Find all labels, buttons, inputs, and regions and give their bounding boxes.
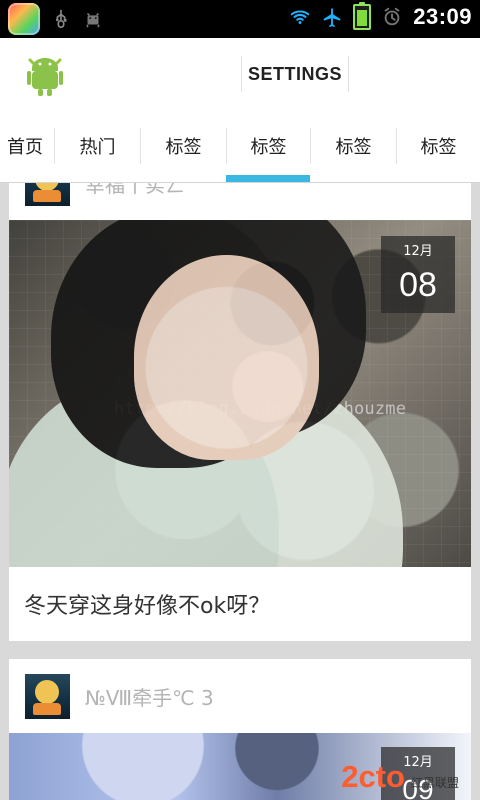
status-bar: 23:09 bbox=[0, 0, 480, 38]
post-photo[interactable]: 12月 09 2cto 红黑联盟 bbox=[9, 733, 471, 800]
date-badge: 12月 08 bbox=[381, 236, 455, 313]
status-time: 23:09 bbox=[413, 4, 472, 29]
android-debug-icon bbox=[86, 12, 100, 28]
tab-hot[interactable]: 热门 bbox=[55, 110, 140, 182]
tab-tags-4[interactable]: 标签 bbox=[397, 110, 480, 182]
username[interactable]: 幸福丨实ㄥ bbox=[85, 183, 185, 198]
photo-watermark: http://blog.csdn.net/zhouzme bbox=[114, 399, 407, 419]
status-right: 23:09 bbox=[289, 2, 472, 30]
android-logo-icon bbox=[27, 58, 63, 96]
site-watermark-brand: 2cto bbox=[341, 759, 405, 794]
post-photo[interactable]: 12月 08 http://blog.csdn.net/zhouzme bbox=[9, 220, 471, 567]
tab-tags-3[interactable]: 标签 bbox=[311, 110, 396, 182]
site-watermark-subtext: 红黑联盟 bbox=[410, 776, 459, 790]
status-left bbox=[8, 3, 104, 35]
username[interactable]: №Ⅷ牵手℃ 3 bbox=[85, 682, 214, 711]
avatar[interactable] bbox=[25, 183, 70, 206]
wifi-icon bbox=[290, 10, 310, 24]
avatar[interactable] bbox=[25, 674, 70, 719]
feed[interactable]: 幸福丨实ㄥ 12月 08 http://blog.csdn.net/zhouzm… bbox=[0, 183, 480, 800]
alarm-icon bbox=[384, 7, 400, 26]
post-header: 幸福丨实ㄥ bbox=[9, 183, 471, 220]
post-caption[interactable]: 冬天穿这身好像不ok呀？ bbox=[9, 567, 471, 641]
action-divider-right bbox=[348, 56, 349, 92]
site-watermark: 2cto 红黑联盟 bbox=[341, 759, 459, 795]
post-card-2[interactable]: №Ⅷ牵手℃ 3 12月 09 2cto 红黑联盟 bbox=[9, 659, 471, 800]
settings-button[interactable]: SETTINGS bbox=[242, 56, 348, 92]
usb-icon bbox=[55, 9, 67, 29]
date-month: 12月 bbox=[403, 244, 433, 259]
tab-tags-1[interactable]: 标签 bbox=[141, 110, 226, 182]
app-store-icon bbox=[8, 3, 40, 35]
selected-tab-indicator bbox=[226, 175, 310, 182]
battery-icon bbox=[353, 2, 372, 30]
tab-tags-2[interactable]: 标签 bbox=[227, 110, 310, 182]
date-day: 08 bbox=[399, 266, 437, 304]
post-header: №Ⅷ牵手℃ 3 bbox=[9, 659, 471, 733]
tab-bar: 首页 热门 标签 标签 标签 标签 bbox=[0, 110, 480, 183]
action-bar: SETTINGS bbox=[0, 38, 480, 110]
airplane-icon bbox=[323, 7, 341, 28]
post-card-1[interactable]: 幸福丨实ㄥ 12月 08 http://blog.csdn.net/zhouzm… bbox=[9, 183, 471, 641]
